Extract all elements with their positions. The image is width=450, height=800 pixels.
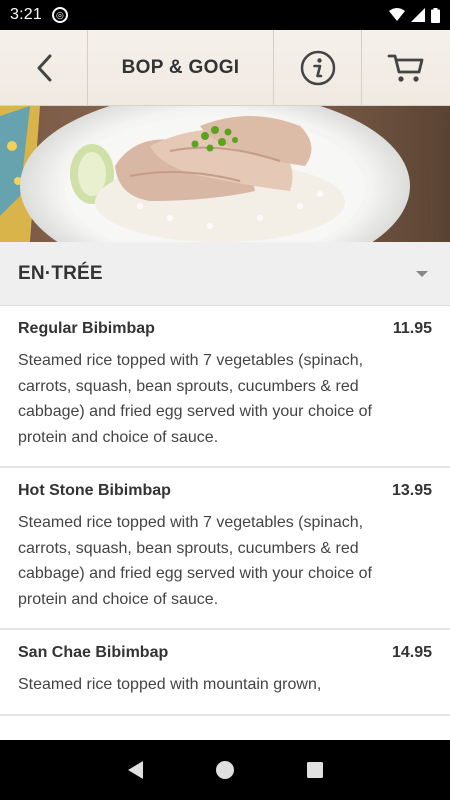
status-indicators (389, 7, 440, 23)
info-icon (300, 50, 335, 85)
cart-button[interactable] (362, 30, 450, 105)
back-button[interactable] (0, 30, 88, 105)
status-bar: 3:21 ◎ (0, 0, 450, 30)
status-time: 3:21 (10, 6, 42, 23)
section-title: EN·TRÉE (18, 262, 103, 284)
menu-item-name: Hot Stone Bibimbap (18, 482, 171, 499)
menu-item-list[interactable]: Regular Bibimbap 11.95 Steamed rice topp… (0, 306, 450, 740)
menu-item-price: 13.95 (391, 482, 432, 499)
wifi-icon (389, 8, 405, 21)
section-header-entree[interactable]: EN·TRÉE (0, 242, 450, 306)
chicken-rice-photo (0, 106, 450, 242)
menu-item-description: Steamed rice topped with 7 vegetables (s… (18, 514, 372, 608)
chevron-left-icon (37, 54, 51, 81)
menu-item[interactable]: Hot Stone Bibimbap 13.95 Steamed rice to… (0, 468, 450, 630)
restaurant-title: BOP & GOGI (121, 56, 240, 78)
header-title-container: BOP & GOGI (88, 30, 274, 105)
menu-item-price: 14.95 (391, 644, 432, 661)
app-notification-icon: ◎ (51, 7, 68, 23)
food-banner-image (0, 106, 450, 242)
battery-icon (431, 7, 440, 23)
caret-down-icon (416, 270, 428, 277)
nav-recents-button[interactable] (305, 760, 325, 780)
menu-item-price: 11.95 (392, 320, 432, 337)
cellular-signal-icon (411, 8, 425, 22)
cart-icon (387, 54, 424, 82)
system-navigation-bar (0, 740, 450, 800)
menu-item-name: Regular Bibimbap (18, 320, 155, 337)
menu-item-description: Steamed rice topped with mountain grown, (18, 676, 322, 693)
app-header: BOP & GOGI (0, 30, 450, 106)
menu-item-description: Steamed rice topped with 7 vegetables (s… (18, 352, 372, 446)
menu-item[interactable]: San Chae Bibimbap 14.95 Steamed rice top… (0, 630, 450, 716)
nav-back-button[interactable] (125, 759, 145, 781)
nav-home-button[interactable] (214, 759, 236, 781)
menu-item-name: San Chae Bibimbap (18, 644, 169, 661)
menu-item[interactable]: Regular Bibimbap 11.95 Steamed rice topp… (0, 306, 450, 468)
info-button[interactable] (274, 30, 362, 105)
